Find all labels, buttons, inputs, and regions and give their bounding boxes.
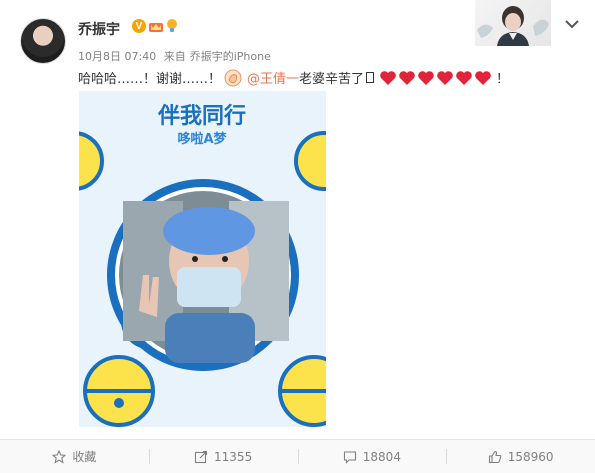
heart-emoji-icon [418, 70, 434, 85]
username-link[interactable]: 乔振宇 [78, 19, 120, 39]
comment-icon [343, 450, 356, 464]
post-meta: 10月8日 07:40 来自 乔振宇的iPhone [78, 48, 275, 64]
banner-portrait-icon [477, 6, 549, 46]
post-text-start: 哈哈哈……！谢谢……！ [78, 72, 222, 87]
star-icon [52, 449, 67, 464]
comment-button[interactable]: 18804 [297, 440, 447, 473]
like-button[interactable]: 158960 [446, 440, 595, 473]
decorative-banner-image [475, 0, 551, 46]
like-icon [488, 450, 501, 463]
post-image[interactable]: 伴我同行 哆啦A梦 [79, 91, 326, 427]
post-text-end: ！ [496, 72, 510, 87]
favorite-button[interactable]: 收藏 [0, 440, 149, 473]
hearts-row [379, 70, 492, 86]
heart-emoji-icon [380, 70, 396, 85]
action-bar: 收藏 11355 18804 158960 [0, 439, 595, 473]
chevron-down-icon[interactable] [562, 14, 582, 34]
weibo-post-card: 乔振宇 V 10月8日 07:40 来自 乔振宇的iPhone 哈哈哈……！谢谢…… [0, 0, 595, 473]
repost-button[interactable]: 11355 [148, 440, 298, 473]
heart-emoji-icon [475, 70, 491, 85]
missing-glyph-icon [366, 72, 375, 83]
post-text: 哈哈哈……！谢谢……！ @王倩一 老婆辛苦了 ！ [78, 68, 509, 87]
heart-emoji-icon [399, 70, 415, 85]
clapping-hand-emoji-icon [224, 69, 242, 86]
image-subtitle: 哆啦A梦 [177, 131, 227, 147]
repost-icon [194, 450, 208, 463]
favorite-label: 收藏 [72, 450, 97, 464]
user-avatar[interactable] [20, 18, 66, 64]
post-time[interactable]: 10月8日 07:40 [78, 50, 156, 63]
heart-emoji-icon [456, 70, 472, 85]
like-count: 158960 [507, 449, 554, 464]
vip-crown-icon[interactable] [148, 19, 164, 33]
user-badges: V [132, 18, 178, 34]
doraemon-frame-photo: 伴我同行 哆啦A梦 [79, 91, 326, 427]
comment-count: 18804 [362, 449, 401, 464]
source-prefix: 来自 [163, 50, 186, 63]
repost-count: 11355 [214, 449, 253, 464]
verified-v-icon[interactable]: V [132, 19, 146, 33]
mention-link[interactable]: @王倩一 [247, 68, 299, 87]
heart-emoji-icon [437, 70, 453, 85]
image-title: 伴我同行 [157, 103, 246, 129]
post-text-after-mention: 老婆辛苦了 [299, 72, 365, 87]
post-source[interactable]: 乔振宇的iPhone [190, 50, 271, 63]
lightbulb-badge-icon[interactable] [166, 18, 178, 34]
